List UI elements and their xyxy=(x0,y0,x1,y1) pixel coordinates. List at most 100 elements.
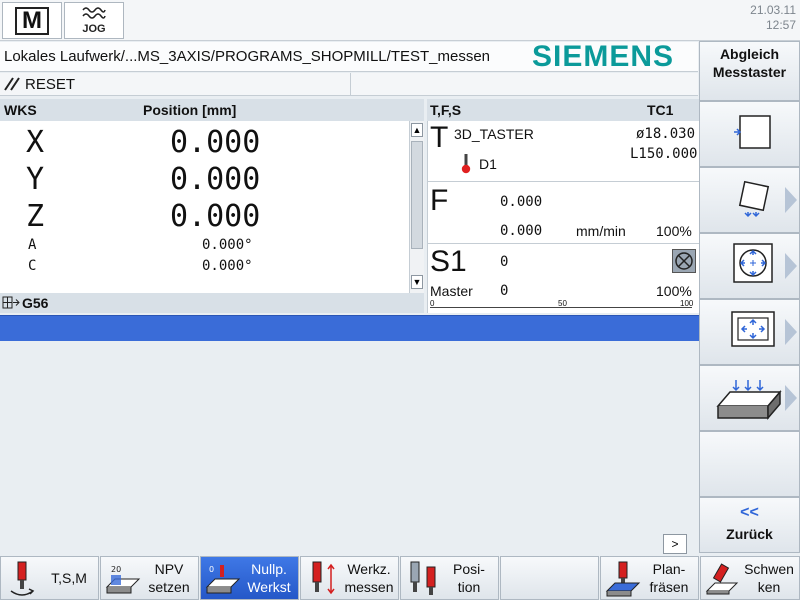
status-divider xyxy=(350,73,351,96)
jog-mode-button[interactable]: JOG xyxy=(64,2,124,39)
triangle-right-icon xyxy=(785,187,797,213)
divider xyxy=(428,243,700,244)
softkey-back[interactable]: << Zurück xyxy=(699,497,800,553)
scroll-thumb[interactable] xyxy=(411,141,423,249)
reset-status: RESET xyxy=(25,76,76,93)
work-offset-bar: G56 xyxy=(0,293,424,313)
triangle-right-icon xyxy=(785,253,797,279)
axis-z-name: Z xyxy=(26,199,45,234)
axis-x-name: X xyxy=(26,125,45,160)
datetime: 21.03.11 12:57 xyxy=(750,3,796,33)
jog-wave-icon xyxy=(65,6,123,23)
softkey-label-line1: Nullp. xyxy=(251,561,287,577)
softkey-tsm[interactable]: T,S,M xyxy=(0,556,99,600)
scale-0: 0 xyxy=(430,299,435,308)
scale-50: 50 xyxy=(558,299,567,308)
svg-text:0: 0 xyxy=(209,565,214,574)
softkey-corner[interactable] xyxy=(699,167,800,233)
softkey-label-line2: messen xyxy=(344,579,394,595)
time-text: 12:57 xyxy=(765,18,796,32)
softkey-label-line1: Posi- xyxy=(453,561,485,577)
swivel-icon xyxy=(705,563,739,595)
position-header: Position [mm] xyxy=(143,102,237,118)
axis-c-value: 0.000° xyxy=(202,258,253,274)
softkey-label-line2: Werkst xyxy=(247,579,291,595)
tool-change-label: TC1 xyxy=(647,102,674,118)
softkey-nullp-werkst[interactable]: 0 Nullp. Werkst xyxy=(200,556,299,600)
softkey-empty-bottom[interactable] xyxy=(500,556,599,600)
softkey-empty[interactable] xyxy=(699,431,800,497)
jog-mode-label: JOG xyxy=(82,23,106,35)
spindle-label: S1 xyxy=(430,245,467,278)
feed-value: 0.000 xyxy=(500,194,543,210)
machine-mode-icon: M xyxy=(15,6,49,35)
tool-spindle-icon xyxy=(10,561,35,596)
tool-diameter: ø18.030 xyxy=(636,126,696,142)
message-bar xyxy=(0,315,699,341)
master-override: 100% xyxy=(656,283,692,299)
back-arrows-icon: << xyxy=(740,504,759,521)
axis-x-value: 0.000 xyxy=(170,125,261,160)
softkey-plane[interactable] xyxy=(699,365,800,431)
position-icon xyxy=(410,561,436,595)
tool-length: L150.000 xyxy=(630,146,698,162)
corner-probe-icon xyxy=(738,180,770,218)
axis-y-value: 0.000 xyxy=(170,162,261,197)
date-text: 21.03.11 xyxy=(750,3,796,17)
axis-c-name: C xyxy=(28,258,37,274)
softkey-label-line1: Abgleich xyxy=(719,46,780,62)
rect-probe-icon xyxy=(731,311,775,347)
tool-letter: T xyxy=(430,121,449,154)
tfs-header: T,F,S TC1 xyxy=(427,99,699,121)
axis-z-value: 0.000 xyxy=(170,199,261,234)
softkey-label-line1: Werkz. xyxy=(347,561,391,577)
frame-icon xyxy=(2,296,20,309)
workpiece-zero-icon: 0 xyxy=(205,565,241,594)
softkey-label-line2: ken xyxy=(757,579,781,595)
softkey-label-line2: setzen xyxy=(148,579,190,595)
axis-y-name: Y xyxy=(26,162,45,197)
d-number: D1 xyxy=(479,156,497,172)
work-offset-label: G56 xyxy=(22,295,49,311)
svg-text:20: 20 xyxy=(111,565,121,574)
softkey-label-line1: Schwen xyxy=(744,561,794,577)
softkey-schwenken[interactable]: Schwen ken xyxy=(700,556,800,600)
tfs-panel: T 3D_TASTER ø18.030 L150.000 D1 F 0.000 … xyxy=(427,121,700,313)
softkey-npv-setzen[interactable]: 20 NPV setzen xyxy=(100,556,199,600)
softkey-label-line2: Messtaster xyxy=(712,64,787,80)
reset-icon xyxy=(4,77,20,91)
softkey-edge[interactable] xyxy=(699,101,800,167)
scale-100: 100 xyxy=(680,299,694,308)
edge-probe-icon xyxy=(734,115,771,149)
workspace-area xyxy=(0,341,699,533)
triangle-right-icon xyxy=(785,385,797,411)
softkey-rectangle[interactable] xyxy=(699,299,800,365)
tfs-label: T,F,S xyxy=(430,102,462,118)
plane-probe-icon xyxy=(716,380,782,421)
softkey-pocket-hole[interactable] xyxy=(699,233,800,299)
softkey-label-line2: tion xyxy=(457,579,481,595)
feed-letter: F xyxy=(430,184,449,217)
tool-name: 3D_TASTER xyxy=(454,126,534,142)
position-scrollbar[interactable]: ▲ ▼ xyxy=(409,121,424,293)
softkey-label: T,S,M xyxy=(51,570,87,586)
softkey-position[interactable]: Posi- tion xyxy=(400,556,499,600)
scroll-right-button[interactable]: > xyxy=(663,534,687,554)
horizontal-nav-area xyxy=(0,533,699,555)
face-mill-icon xyxy=(605,561,641,597)
softkey-plan-fraesen[interactable]: Plan- fräsen xyxy=(600,556,699,600)
axis-a-name: A xyxy=(28,237,37,253)
softkey-werkz-messen[interactable]: Werkz. messen xyxy=(300,556,399,600)
scroll-up-button[interactable]: ▲ xyxy=(411,123,423,137)
wks-header: WKS Position [mm] xyxy=(0,99,424,121)
divider xyxy=(428,181,700,182)
machine-mode-button[interactable]: M xyxy=(2,2,62,39)
triangle-right-icon xyxy=(785,319,797,345)
feed-actual: 0.000 xyxy=(500,223,543,239)
program-path: Lokales Laufwerk/...MS_3AXIS/PROGRAMS_SH… xyxy=(4,48,491,65)
softkey-calibrate-probe[interactable]: Abgleich Messtaster xyxy=(699,41,800,101)
master-label: Master xyxy=(430,283,473,299)
master-value: 0 xyxy=(500,283,509,299)
scroll-down-button[interactable]: ▼ xyxy=(411,275,423,289)
channel-status-bar xyxy=(0,73,698,96)
